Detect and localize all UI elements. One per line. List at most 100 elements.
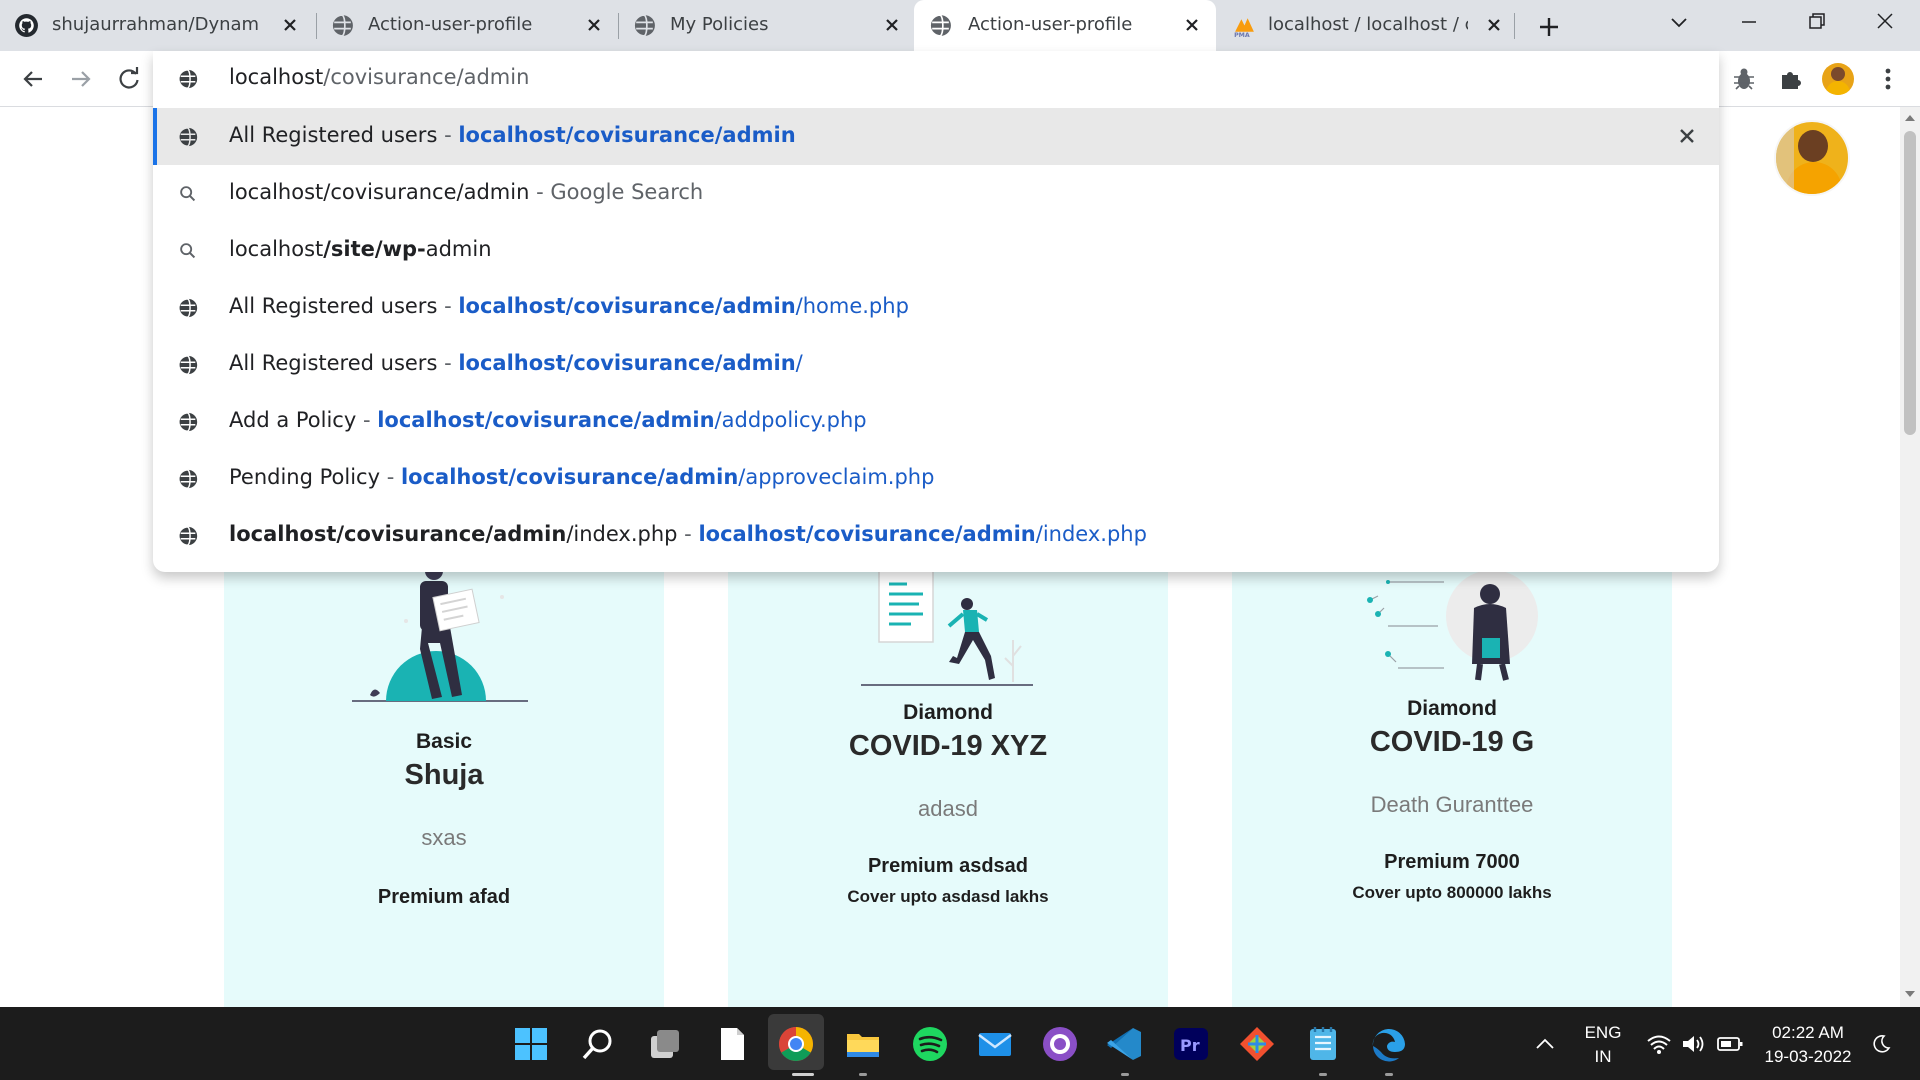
running-indicator xyxy=(1319,1073,1327,1076)
scrollbar-thumb[interactable] xyxy=(1904,131,1916,435)
remove-suggestion-icon[interactable] xyxy=(1677,126,1697,146)
separator: - xyxy=(437,294,459,318)
back-icon[interactable] xyxy=(18,64,48,94)
suggestion-title: Pending Policy xyxy=(229,465,381,489)
suggestion-text: localhost/covisurance/admin - Google Sea… xyxy=(229,180,703,204)
policy-card[interactable]: Basic Shuja sxas Premium afad xyxy=(224,512,664,1012)
chevron-up-icon[interactable] xyxy=(1534,1037,1556,1051)
reading-person-illustration xyxy=(352,562,528,702)
suggestion-query: localhost xyxy=(229,237,324,261)
menu-kebab-icon[interactable] xyxy=(1876,65,1900,93)
close-icon[interactable] xyxy=(584,15,604,35)
vscode-icon[interactable] xyxy=(1105,1024,1145,1064)
profile-avatar[interactable] xyxy=(1822,63,1854,95)
close-icon[interactable] xyxy=(1182,15,1202,35)
edge-icon[interactable] xyxy=(1369,1024,1409,1064)
close-icon[interactable] xyxy=(882,15,902,35)
suggestion-row[interactable]: Pending Policy - localhost/covisurance/a… xyxy=(153,450,1719,507)
tab-github[interactable]: shujaurrahman/Dynamic-Insurance-Manageme… xyxy=(0,0,314,51)
separator: - xyxy=(437,351,459,375)
windows-start-icon[interactable] xyxy=(511,1024,551,1064)
tab-separator xyxy=(1514,13,1515,39)
search-icon[interactable] xyxy=(578,1024,618,1064)
page-scrollbar[interactable] xyxy=(1900,107,1920,1007)
spotify-icon[interactable] xyxy=(910,1024,950,1064)
suggestion-row[interactable]: All Registered users - localhost/covisur… xyxy=(153,108,1719,165)
policy-card[interactable]: Diamond COVID-19 G Death Guranttee Premi… xyxy=(1232,512,1672,1012)
extensions-puzzle-icon[interactable] xyxy=(1777,65,1805,93)
scroll-up-icon[interactable] xyxy=(1904,113,1916,123)
premium-text: Premium 7000 xyxy=(1384,851,1520,873)
git-icon[interactable] xyxy=(1237,1024,1277,1064)
globe-icon xyxy=(178,469,198,489)
policy-card[interactable]: Diamond COVID-19 XYZ adasd Premium asdsa… xyxy=(728,512,1168,1012)
suggestion-title-bold: localhost/covisurance/admin xyxy=(229,522,567,546)
suggestion-row[interactable]: localhost/site/wp-admin xyxy=(153,222,1719,279)
policy-description: sxas xyxy=(421,825,467,850)
tab-title: Action-user-profile xyxy=(968,14,1133,35)
address-host: localhost xyxy=(229,65,324,89)
suggestion-url-rest: / xyxy=(795,351,803,375)
suggestion-text: Pending Policy - localhost/covisurance/a… xyxy=(229,465,934,489)
clock-time[interactable]: 02:22 AM xyxy=(1760,1023,1856,1043)
policy-name: COVID-19 G xyxy=(1369,726,1535,758)
running-person-illustration xyxy=(861,570,1033,686)
globe-icon xyxy=(178,298,198,318)
github-desktop-icon[interactable] xyxy=(1040,1024,1080,1064)
phpmyadmin-icon: PMA xyxy=(1234,18,1254,38)
close-icon[interactable] xyxy=(1484,15,1504,35)
suggestion-url: localhost/covisurance/admin xyxy=(458,123,796,147)
new-tab-icon[interactable] xyxy=(1534,12,1564,42)
tab-phpmyadmin[interactable]: PMA localhost / localhost / covisurance xyxy=(1218,0,1514,51)
tab-action-user-profile[interactable]: Action-user-profile xyxy=(316,0,618,51)
notepad-icon[interactable] xyxy=(1303,1024,1343,1064)
separator: - xyxy=(529,180,551,204)
address-path: /covisurance/admin xyxy=(323,65,530,89)
minimize-icon[interactable] xyxy=(1736,8,1762,34)
restore-icon[interactable] xyxy=(1804,8,1830,34)
window-close-icon[interactable] xyxy=(1872,8,1898,34)
plan-label: Diamond xyxy=(1407,697,1497,720)
suggestion-row[interactable]: All Registered users - localhost/covisur… xyxy=(153,336,1719,393)
language-indicator[interactable]: ENG xyxy=(1578,1023,1628,1043)
region-indicator[interactable]: IN xyxy=(1578,1047,1628,1067)
address-text[interactable]: localhost/covisurance/admin xyxy=(229,65,529,89)
premiere-pro-icon[interactable]: Pr xyxy=(1171,1024,1211,1064)
suggestion-row[interactable]: Add a Policy - localhost/covisurance/adm… xyxy=(153,393,1719,450)
battery-icon[interactable] xyxy=(1716,1035,1744,1053)
tab-title: shujaurrahman/Dynamic-Insurance-Manageme… xyxy=(52,14,258,35)
mail-icon[interactable] xyxy=(975,1024,1015,1064)
suggestion-row[interactable]: localhost/covisurance/admin/index.php - … xyxy=(153,507,1719,564)
scroll-down-icon[interactable] xyxy=(1904,989,1916,999)
user-avatar[interactable] xyxy=(1774,120,1850,196)
suggestion-url-rest: /approveclaim.php xyxy=(738,465,935,489)
notepad-file-icon[interactable] xyxy=(712,1024,752,1064)
suggestion-row[interactable]: All Registered users - localhost/covisur… xyxy=(153,279,1719,336)
suggestion-text: localhost/site/wp-admin xyxy=(229,237,492,261)
suggestion-text: All Registered users - localhost/covisur… xyxy=(229,294,909,318)
separator: - xyxy=(356,408,378,432)
suggestion-row[interactable]: localhost/covisurance/admin - Google Sea… xyxy=(153,165,1719,222)
running-indicator xyxy=(1121,1073,1129,1076)
suggestion-text: All Registered users - localhost/covisur… xyxy=(229,123,796,147)
forward-icon[interactable] xyxy=(66,64,96,94)
address-bar[interactable]: localhost/covisurance/admin xyxy=(153,51,1719,108)
github-icon xyxy=(15,14,38,37)
bug-extension-icon[interactable] xyxy=(1730,65,1758,93)
reload-icon[interactable] xyxy=(114,64,144,94)
wifi-icon[interactable] xyxy=(1646,1033,1672,1055)
volume-icon[interactable] xyxy=(1680,1033,1706,1055)
search-icon xyxy=(180,186,196,202)
omnibox-dropdown: localhost/covisurance/admin All Register… xyxy=(153,51,1719,572)
file-explorer-icon[interactable] xyxy=(843,1024,883,1064)
globe-icon xyxy=(178,69,198,89)
clock-date[interactable]: 19-03-2022 xyxy=(1760,1047,1856,1067)
tab-action-user-profile-active[interactable]: Action-user-profile xyxy=(914,0,1216,51)
tab-search-chevron-icon[interactable] xyxy=(1666,10,1692,36)
task-view-icon[interactable] xyxy=(645,1024,685,1064)
suggestion-title: All Registered users xyxy=(229,351,438,375)
tab-my-policies[interactable]: My Policies xyxy=(618,0,914,51)
close-icon[interactable] xyxy=(280,15,300,35)
chrome-icon[interactable] xyxy=(776,1024,816,1064)
focus-moon-icon[interactable] xyxy=(1870,1033,1892,1055)
